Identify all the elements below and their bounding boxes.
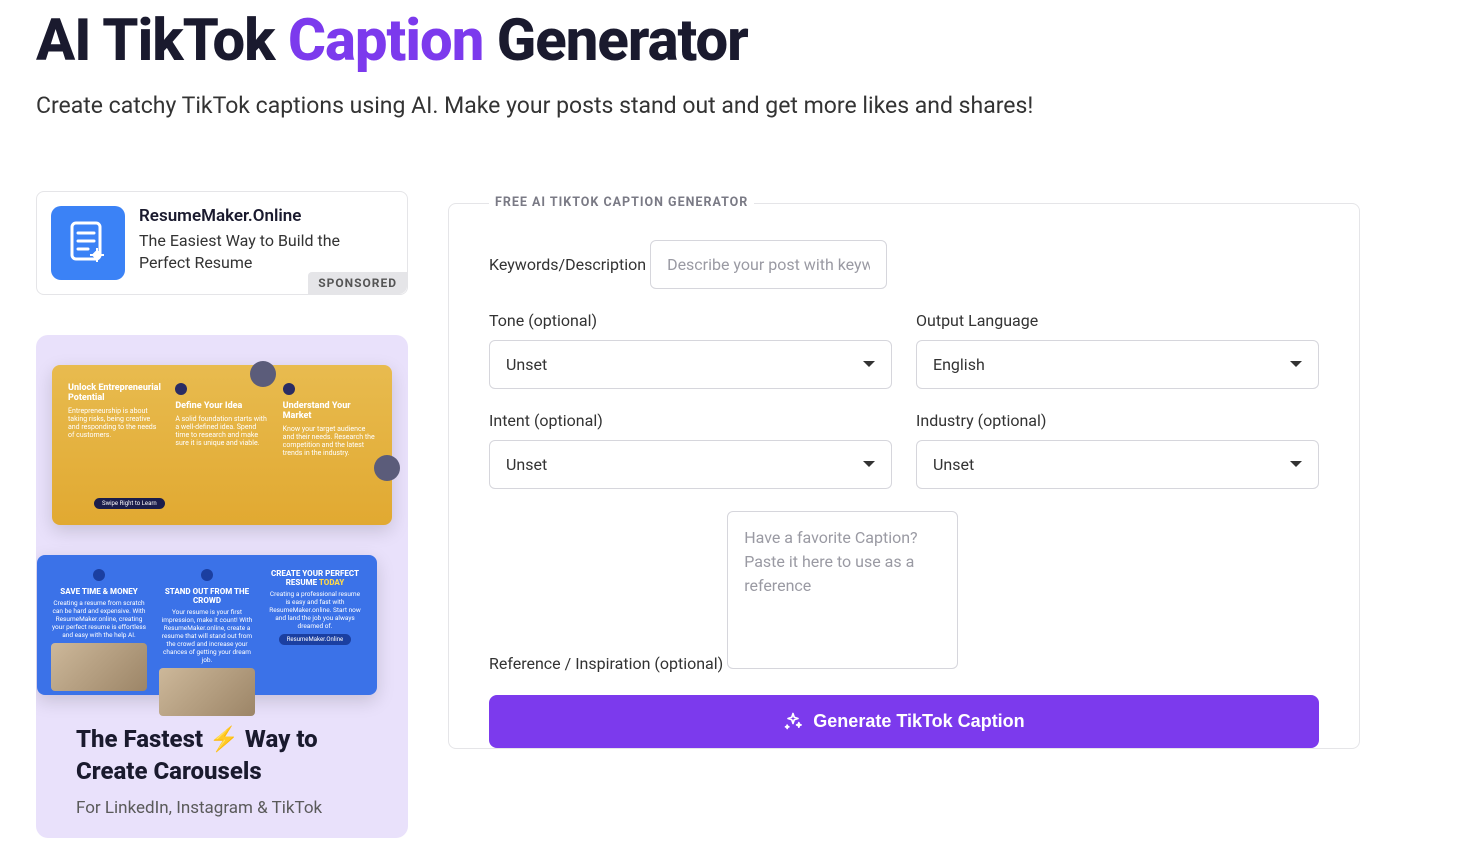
intent-label: Intent (optional) <box>489 411 892 430</box>
generate-button-label: Generate TikTok Caption <box>813 711 1024 732</box>
page-title: AI TikTok Caption Generator <box>36 10 1433 74</box>
chevron-down-icon <box>1290 461 1302 467</box>
title-pre: AI TikTok <box>36 7 288 75</box>
reference-textarea[interactable] <box>727 511 958 669</box>
sponsor-title: ResumeMaker.Online <box>139 206 393 226</box>
sponsor-desc: The Easiest Way to Build the Perfect Res… <box>139 230 393 275</box>
preview-slide-yellow: Unlock Entrepreneurial Potential Entrepr… <box>52 365 392 525</box>
sponsored-badge: SPONSORED <box>308 272 407 294</box>
promo-title: The Fastest ⚡ Way to Create Carousels <box>36 723 408 788</box>
language-select[interactable]: English <box>916 340 1319 389</box>
bolt-icon: ⚡ <box>209 725 239 753</box>
preview-slide-blue: SAVE TIME & MONEY Creating a resume from… <box>37 555 377 695</box>
intent-select[interactable]: Unset <box>489 440 892 489</box>
generator-form: FREE AI TIKTOK CAPTION GENERATOR Keyword… <box>448 203 1360 749</box>
keywords-label: Keywords/Description <box>489 255 646 274</box>
language-label: Output Language <box>916 311 1319 330</box>
title-post: Generator <box>483 7 747 75</box>
form-legend: FREE AI TIKTOK CAPTION GENERATOR <box>489 195 754 210</box>
reference-label: Reference / Inspiration (optional) <box>489 654 723 673</box>
industry-label: Industry (optional) <box>916 411 1319 430</box>
intent-value: Unset <box>506 455 547 474</box>
keywords-input[interactable] <box>650 240 887 289</box>
chevron-down-icon <box>1290 361 1302 367</box>
tone-select[interactable]: Unset <box>489 340 892 389</box>
industry-value: Unset <box>933 455 974 474</box>
resume-doc-icon <box>51 206 125 280</box>
carousel-preview: Unlock Entrepreneurial Potential Entrepr… <box>36 365 408 695</box>
sponsor-card[interactable]: ResumeMaker.Online The Easiest Way to Bu… <box>36 191 408 295</box>
sparkle-icon <box>783 711 803 731</box>
promo-subtitle: For LinkedIn, Instagram & TikTok <box>36 798 408 818</box>
title-accent: Caption <box>288 7 483 75</box>
chevron-down-icon <box>863 461 875 467</box>
generate-button[interactable]: Generate TikTok Caption <box>489 695 1319 748</box>
tone-value: Unset <box>506 355 547 374</box>
page-subtitle: Create catchy TikTok captions using AI. … <box>36 92 1433 119</box>
industry-select[interactable]: Unset <box>916 440 1319 489</box>
chevron-down-icon <box>863 361 875 367</box>
tone-label: Tone (optional) <box>489 311 892 330</box>
language-value: English <box>933 355 985 374</box>
promo-card[interactable]: Unlock Entrepreneurial Potential Entrepr… <box>36 335 408 838</box>
